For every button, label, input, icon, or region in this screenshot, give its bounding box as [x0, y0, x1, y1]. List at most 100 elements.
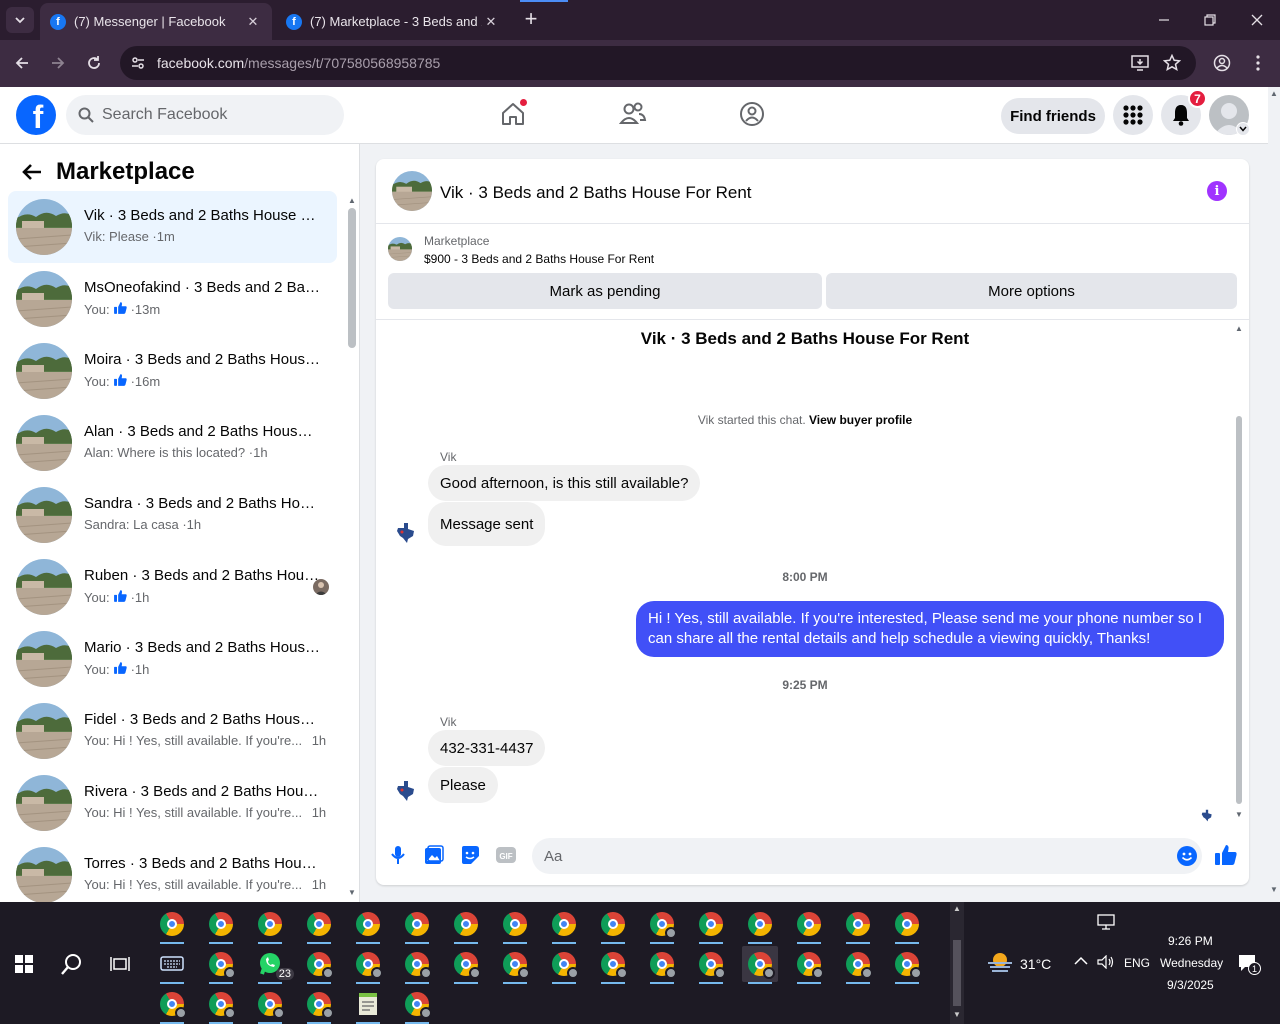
- input-language[interactable]: ENG: [1124, 956, 1150, 970]
- conversation-item[interactable]: MsOneofakind · 3 Beds and 2 Baths House …: [8, 263, 337, 335]
- conversation-item[interactable]: Torres · 3 Beds and 2 Baths House For Re…: [8, 839, 337, 902]
- chrome-taskbar-button[interactable]: [546, 946, 582, 984]
- voice-clip-button[interactable]: [388, 845, 408, 865]
- chrome-taskbar-button[interactable]: [154, 906, 190, 944]
- minimize-button[interactable]: [1154, 10, 1174, 30]
- chrome-taskbar-button[interactable]: [252, 906, 288, 944]
- weather-temp[interactable]: 31°C: [1020, 956, 1051, 972]
- chrome-taskbar-button[interactable]: [595, 946, 631, 984]
- menu-button[interactable]: [1113, 95, 1153, 135]
- profile-button[interactable]: [1211, 52, 1233, 74]
- chrome-taskbar-button[interactable]: [154, 986, 190, 1024]
- chrome-taskbar-button[interactable]: [301, 906, 337, 944]
- back-button[interactable]: [11, 52, 33, 74]
- conversation-item[interactable]: Sandra · 3 Beds and 2 Baths House For Re…: [8, 479, 337, 551]
- view-buyer-profile-link[interactable]: View buyer profile: [809, 413, 912, 427]
- find-friends-button[interactable]: Find friends: [1001, 98, 1105, 134]
- tray-chevron-up-icon[interactable]: [1074, 956, 1088, 966]
- address-bar[interactable]: facebook.com/messages/t/707580568958785: [120, 46, 1196, 80]
- gif-button[interactable]: GIF: [496, 845, 516, 865]
- scroll-down-arrow-icon[interactable]: ▼: [1235, 810, 1243, 819]
- scroll-up-arrow-icon[interactable]: ▲: [348, 196, 356, 205]
- clock-date[interactable]: 9/3/2025: [1167, 978, 1214, 992]
- chrome-taskbar-button[interactable]: [301, 946, 337, 984]
- start-button[interactable]: [6, 946, 42, 982]
- conversation-item[interactable]: Fidel · 3 Beds and 2 Baths House For Ren…: [8, 695, 337, 767]
- chrome-taskbar-button[interactable]: [252, 986, 288, 1024]
- search-input[interactable]: [102, 106, 322, 124]
- chrome-taskbar-button[interactable]: [350, 946, 386, 984]
- chrome-taskbar-button[interactable]: [840, 906, 876, 944]
- chrome-taskbar-button[interactable]: [595, 906, 631, 944]
- taskbar-scroll-thumb[interactable]: [953, 940, 961, 1006]
- facebook-search[interactable]: [66, 95, 344, 135]
- conversation-item[interactable]: Moira · 3 Beds and 2 Baths House For Ren…: [8, 335, 337, 407]
- notifications-button[interactable]: 7: [1161, 89, 1207, 135]
- chrome-taskbar-button[interactable]: [203, 946, 239, 984]
- weather-icon[interactable]: [986, 951, 1014, 975]
- taskbar-scroll[interactable]: ▲ ▼: [950, 902, 964, 1024]
- chrome-taskbar-button[interactable]: [399, 986, 435, 1024]
- more-options-button[interactable]: More options: [826, 273, 1237, 309]
- chrome-taskbar-button[interactable]: [546, 906, 582, 944]
- scroll-down-arrow-icon[interactable]: ▼: [953, 1010, 961, 1019]
- clock-day[interactable]: Wednesday: [1160, 956, 1223, 970]
- message-input[interactable]: [532, 838, 1202, 874]
- action-center-button[interactable]: 1: [1238, 954, 1261, 975]
- browser-menu-button[interactable]: [1247, 52, 1269, 74]
- chrome-taskbar-button[interactable]: [889, 906, 925, 944]
- outgoing-message[interactable]: Hi ! Yes, still available. If you're int…: [636, 601, 1224, 657]
- back-to-chats-button[interactable]: [20, 160, 44, 184]
- facebook-logo-icon[interactable]: f: [16, 95, 56, 135]
- chrome-taskbar-button[interactable]: [791, 946, 827, 984]
- close-tab-icon[interactable]: ✕: [482, 14, 500, 30]
- tab-marketplace[interactable]: f (7) Marketplace - 3 Beds and 2 Baths ✕: [276, 3, 510, 40]
- chrome-taskbar-button[interactable]: [742, 906, 778, 944]
- chrome-taskbar-button[interactable]: [350, 906, 386, 944]
- scroll-down-arrow-icon[interactable]: ▼: [348, 888, 356, 897]
- nav-friends[interactable]: [618, 99, 648, 129]
- conversation-item[interactable]: Ruben · 3 Beds and 2 Baths House For Ren…: [8, 551, 337, 623]
- account-chevron-icon[interactable]: [1236, 122, 1250, 136]
- emoji-icon[interactable]: [1177, 846, 1197, 866]
- chrome-taskbar-button[interactable]: [693, 906, 729, 944]
- chrome-taskbar-button[interactable]: [448, 946, 484, 984]
- new-tab-button[interactable]: +: [519, 8, 543, 32]
- chrome-taskbar-button[interactable]: [840, 946, 876, 984]
- chat-title[interactable]: Vik · 3 Beds and 2 Baths House For Rent: [440, 183, 752, 203]
- chrome-taskbar-button[interactable]: [399, 946, 435, 984]
- info-icon[interactable]: i: [1207, 181, 1227, 201]
- sticker-button[interactable]: [460, 845, 480, 865]
- task-view-button[interactable]: [102, 946, 138, 982]
- incoming-message[interactable]: 432-331-4437: [428, 730, 546, 766]
- tab-messenger[interactable]: f (7) Messenger | Facebook ✕: [40, 3, 272, 40]
- bookmark-star-icon[interactable]: [1163, 54, 1181, 72]
- conversation-list-scrollbar[interactable]: [348, 208, 356, 348]
- mark-pending-button[interactable]: Mark as pending: [388, 273, 822, 309]
- scroll-up-arrow-icon[interactable]: ▲: [953, 904, 961, 913]
- page-scrollbar[interactable]: ▲ ▼: [1268, 87, 1280, 902]
- notepad-taskbar-button[interactable]: [350, 986, 386, 1024]
- attach-photo-button[interactable]: [424, 845, 444, 865]
- tab-search-button[interactable]: [6, 7, 34, 33]
- close-tab-icon[interactable]: ✕: [244, 14, 262, 30]
- volume-icon[interactable]: [1097, 955, 1115, 969]
- restore-button[interactable]: [1200, 10, 1220, 30]
- listing-price[interactable]: $900 - 3 Beds and 2 Baths House For Rent: [424, 252, 654, 266]
- scroll-up-arrow-icon[interactable]: ▲: [1270, 89, 1278, 98]
- install-app-icon[interactable]: [1131, 55, 1149, 71]
- chrome-taskbar-button[interactable]: [448, 906, 484, 944]
- close-window-button[interactable]: [1247, 10, 1267, 30]
- chrome-taskbar-button[interactable]: [399, 906, 435, 944]
- chrome-taskbar-button[interactable]: [791, 906, 827, 944]
- chrome-taskbar-button[interactable]: [497, 906, 533, 944]
- nav-home[interactable]: [498, 98, 528, 129]
- chrome-taskbar-button[interactable]: [742, 946, 778, 984]
- incoming-message[interactable]: Message sent: [428, 502, 546, 546]
- chrome-taskbar-button[interactable]: [693, 946, 729, 984]
- reload-button[interactable]: [83, 52, 105, 74]
- chrome-taskbar-button[interactable]: [203, 906, 239, 944]
- scroll-up-arrow-icon[interactable]: ▲: [1235, 324, 1243, 333]
- whatsapp-taskbar-button[interactable]: 23: [252, 946, 294, 984]
- send-like-button[interactable]: [1214, 843, 1238, 867]
